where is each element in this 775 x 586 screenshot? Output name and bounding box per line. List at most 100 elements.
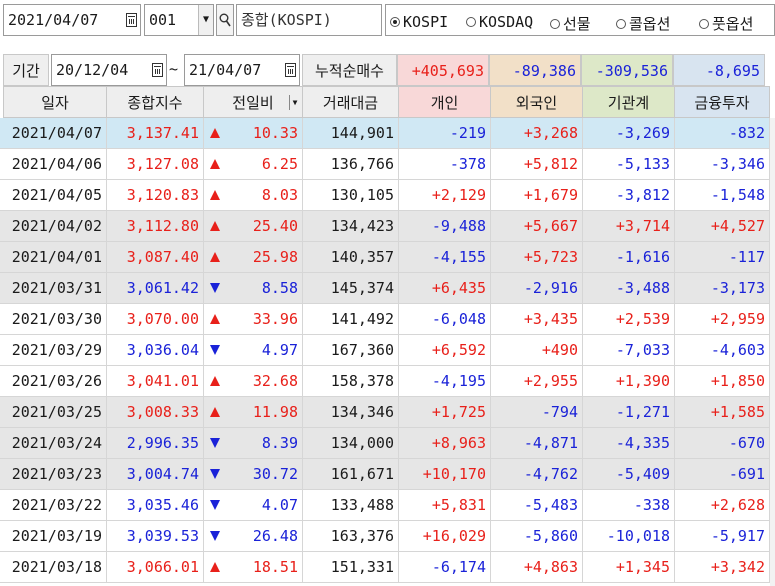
table-row[interactable]: 2021/03/31 3,061.42 8.58 145,374 +6,435 -2,91… xyxy=(0,273,775,304)
radio-kospi[interactable]: KOSPI xyxy=(390,13,448,31)
cell-change: 8.58 xyxy=(204,273,303,304)
table-row[interactable]: 2021/03/30 3,070.00 33.96 141,492 -6,048 +3,4… xyxy=(0,304,775,335)
table-row[interactable]: 2021/04/01 3,087.40 25.98 140,357 -4,155 +5,7… xyxy=(0,242,775,273)
cell-financial: -5,917 xyxy=(675,521,770,552)
sort-dropdown-icon[interactable]: ▼ xyxy=(289,95,300,110)
cell-date: 2021/03/30 xyxy=(3,304,107,335)
search-button[interactable] xyxy=(216,4,234,36)
down-arrow-icon xyxy=(210,283,220,293)
col-header-index[interactable]: 종합지수 xyxy=(107,86,204,118)
col-header-amount[interactable]: 거래대금 xyxy=(303,86,399,118)
up-arrow-icon xyxy=(210,128,220,138)
cell-date: 2021/03/18 xyxy=(3,552,107,583)
radio-put-option[interactable]: 풋옵션 xyxy=(699,13,753,34)
cell-institution: -338 xyxy=(583,490,675,521)
table-row[interactable]: 2021/04/05 3,120.83 8.03 130,105 +2,129 +1,67… xyxy=(0,180,775,211)
cell-institution: -3,488 xyxy=(583,273,675,304)
cell-index: 3,061.42 xyxy=(107,273,204,304)
table-row[interactable]: 2021/03/18 3,066.01 18.51 151,331 -6,174 +4,8… xyxy=(0,552,775,583)
cell-index: 3,070.00 xyxy=(107,304,204,335)
top-toolbar: 2021/04/07 001 ▼ 종합(KOSPI) KOSPI KOSDAQ … xyxy=(0,0,775,44)
cell-date: 2021/04/01 xyxy=(3,242,107,273)
col-header-institution[interactable]: 기관계 xyxy=(583,86,675,118)
cell-index: 3,035.46 xyxy=(107,490,204,521)
radio-kosdaq[interactable]: KOSDAQ xyxy=(466,13,533,31)
cell-financial: +1,850 xyxy=(675,366,770,397)
table-row[interactable]: 2021/03/25 3,008.33 11.98 134,346 +1,725 -794… xyxy=(0,397,775,428)
radio-call-option[interactable]: 콜옵션 xyxy=(616,13,670,34)
cell-index: 2,996.35 xyxy=(107,428,204,459)
cell-change: 18.51 xyxy=(204,552,303,583)
cell-index: 3,008.33 xyxy=(107,397,204,428)
code-select[interactable]: 001 ▼ xyxy=(144,4,214,36)
cell-foreign: -4,762 xyxy=(491,459,583,490)
cell-individual: +8,963 xyxy=(399,428,491,459)
cell-amount: 144,901 xyxy=(303,118,399,149)
radio-futures[interactable]: 선물 xyxy=(550,13,591,34)
table-row[interactable]: 2021/03/22 3,035.46 4.07 133,488 +5,831 -5,48… xyxy=(0,490,775,521)
cell-financial: -4,603 xyxy=(675,335,770,366)
table-row[interactable]: 2021/03/23 3,004.74 30.72 161,671 +10,170 -4,… xyxy=(0,459,775,490)
cell-financial: +1,585 xyxy=(675,397,770,428)
cell-date: 2021/03/25 xyxy=(3,397,107,428)
cell-foreign: +490 xyxy=(491,335,583,366)
cell-individual: +16,029 xyxy=(399,521,491,552)
table-row[interactable]: 2021/03/19 3,039.53 26.48 163,376 +16,029 -5,… xyxy=(0,521,775,552)
col-header-individual[interactable]: 개인 xyxy=(399,86,491,118)
cell-individual: -9,488 xyxy=(399,211,491,242)
table-row[interactable]: 2021/03/29 3,036.04 4.97 167,360 +6,592 +490-… xyxy=(0,335,775,366)
cell-individual: +1,725 xyxy=(399,397,491,428)
radio-circle xyxy=(390,17,400,27)
cell-change: 11.98 xyxy=(204,397,303,428)
cell-change: 26.48 xyxy=(204,521,303,552)
table-row[interactable]: 2021/04/06 3,127.08 6.25 136,766 -378 +5,812-… xyxy=(0,149,775,180)
cell-financial: -3,346 xyxy=(675,149,770,180)
period-to-field[interactable]: 21/04/07 xyxy=(184,54,300,86)
up-arrow-icon xyxy=(210,252,220,262)
calendar-button[interactable] xyxy=(122,5,140,35)
total-financial: -8,695 xyxy=(673,54,765,86)
calendar-button[interactable] xyxy=(148,55,166,85)
cell-change: 4.07 xyxy=(204,490,303,521)
up-arrow-icon xyxy=(210,376,220,386)
cell-institution: -7,033 xyxy=(583,335,675,366)
date-field[interactable]: 2021/04/07 xyxy=(3,4,141,36)
cell-amount: 133,488 xyxy=(303,490,399,521)
cell-institution: -5,133 xyxy=(583,149,675,180)
cell-foreign: +5,723 xyxy=(491,242,583,273)
cell-amount: 161,671 xyxy=(303,459,399,490)
code-value: 001 xyxy=(149,11,177,29)
col-header-financial[interactable]: 금융투자 xyxy=(675,86,770,118)
cell-change: 32.68 xyxy=(204,366,303,397)
total-foreign: -89,386 xyxy=(489,54,581,86)
table-row[interactable]: 2021/03/26 3,041.01 32.68 158,378 -4,195 +2,9… xyxy=(0,366,775,397)
col-header-change[interactable]: 전일비 ▼ xyxy=(204,86,303,118)
cell-financial: +2,959 xyxy=(675,304,770,335)
table-header: 일자 종합지수 전일비 ▼ 거래대금 개인 외국인 기관계 금융투자 xyxy=(0,86,775,118)
cell-institution: -5,409 xyxy=(583,459,675,490)
cell-financial: +2,628 xyxy=(675,490,770,521)
cell-foreign: +1,679 xyxy=(491,180,583,211)
chevron-down-icon[interactable]: ▼ xyxy=(198,5,213,35)
col-header-date[interactable]: 일자 xyxy=(3,86,107,118)
cell-institution: -1,271 xyxy=(583,397,675,428)
vertical-scrollbar[interactable] xyxy=(770,118,775,586)
table-row[interactable]: 2021/04/07 3,137.41 10.33 144,901 -219 +3,268… xyxy=(0,118,775,149)
cell-individual: -219 xyxy=(399,118,491,149)
table-row[interactable]: 2021/04/02 3,112.80 25.40 134,423 -9,488 +5,6… xyxy=(0,211,775,242)
cell-amount: 167,360 xyxy=(303,335,399,366)
up-arrow-icon xyxy=(210,407,220,417)
cell-individual: -378 xyxy=(399,149,491,180)
index-name: 종합(KOSPI) xyxy=(241,11,332,29)
period-from-field[interactable]: 20/12/04 xyxy=(51,54,167,86)
table-row[interactable]: 2021/03/24 2,996.35 8.39 134,000 +8,963 -4,87… xyxy=(0,428,775,459)
cell-index: 3,039.53 xyxy=(107,521,204,552)
cell-financial: +3,342 xyxy=(675,552,770,583)
cell-individual: +6,435 xyxy=(399,273,491,304)
cell-date: 2021/03/29 xyxy=(3,335,107,366)
col-header-foreign[interactable]: 외국인 xyxy=(491,86,583,118)
calendar-button[interactable] xyxy=(281,55,299,85)
cell-index: 3,127.08 xyxy=(107,149,204,180)
up-arrow-icon xyxy=(210,159,220,169)
up-arrow-icon xyxy=(210,314,220,324)
